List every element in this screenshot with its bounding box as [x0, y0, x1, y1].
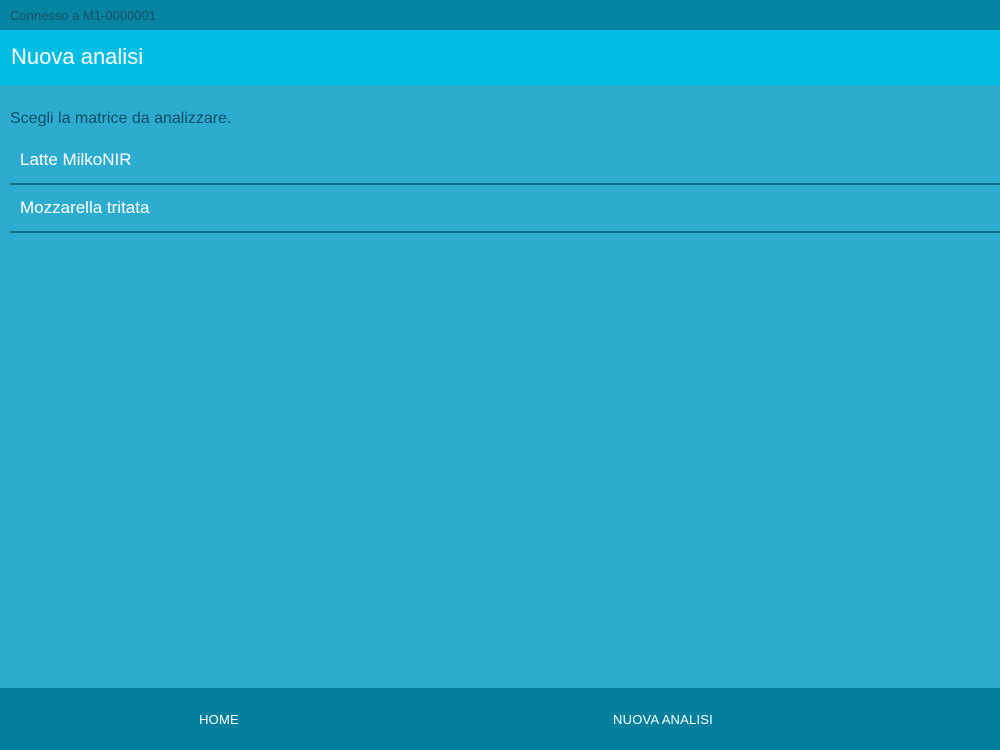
matrix-item-label: Latte MilkoNIR	[20, 150, 132, 169]
page-title: Nuova analisi	[11, 44, 144, 69]
screen: Connesso a M1-0000001 Nuova analisi Sceg…	[0, 0, 1000, 750]
matrix-prompt: Scegli la matrice da analizzare.	[10, 110, 232, 127]
bottom-nav: HOME NUOVA ANALISI	[0, 688, 1000, 750]
matrix-item-label: Mozzarella tritata	[20, 198, 150, 217]
app-bar: Nuova analisi	[0, 30, 1000, 85]
connection-status-text: Connesso a M1-0000001	[10, 8, 156, 23]
home-button[interactable]: HOME	[0, 688, 438, 750]
matrix-item-latte-milkonir[interactable]: Latte MilkoNIR	[10, 137, 1000, 185]
status-bar: Connesso a M1-0000001	[0, 0, 1000, 30]
matrix-list: Latte MilkoNIR Mozzarella tritata	[10, 137, 1000, 233]
matrix-item-mozzarella-tritata[interactable]: Mozzarella tritata	[10, 185, 1000, 233]
new-analysis-button[interactable]: NUOVA ANALISI	[438, 688, 888, 750]
